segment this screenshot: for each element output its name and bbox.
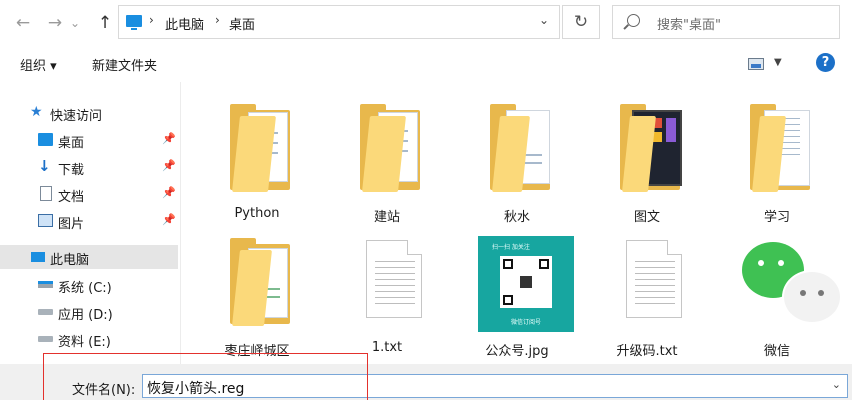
breadcrumb-this-pc[interactable]: 此电脑 <box>165 14 204 33</box>
file-name: 公众号.jpg <box>485 344 549 359</box>
chevron-down-icon[interactable]: ⌄ <box>832 378 841 391</box>
desktop-icon <box>38 133 53 146</box>
sidebar-item-drive-d[interactable]: 应用 (D:) <box>0 300 178 324</box>
folder-icon <box>474 102 560 202</box>
qr-header-text: 扫一扫 加关注 <box>492 244 530 251</box>
forward-button[interactable]: → <box>44 12 66 34</box>
sidebar-item-desktop[interactable]: 桌面 📌 <box>0 128 178 152</box>
file-item[interactable]: 学习 <box>722 88 832 225</box>
file-item[interactable]: 升级码.txt <box>592 222 702 359</box>
file-item[interactable]: 枣庄峄城区 <box>202 222 312 359</box>
drive-icon <box>38 336 53 342</box>
text-file-icon <box>604 236 690 336</box>
sidebar-item-label: 文档 <box>58 190 85 205</box>
search-placeholder: 搜索"桌面" <box>657 18 721 33</box>
file-item[interactable]: 微信 <box>722 222 842 359</box>
pin-icon: 📌 <box>162 186 176 199</box>
address-bar[interactable]: › 此电脑 › 桌面 ⌄ <box>118 5 560 39</box>
sidebar-item-label: 快速访问 <box>50 109 103 124</box>
view-dropdown-icon[interactable]: ▼ <box>774 57 782 68</box>
forward-arrow-icon: → <box>47 13 63 33</box>
file-item[interactable]: 秋水 <box>462 88 572 225</box>
sidebar-item-documents[interactable]: 文档 📌 <box>0 182 178 206</box>
windows-drive-icon <box>38 281 53 288</box>
file-name: 升级码.txt <box>616 344 678 359</box>
document-icon <box>40 186 52 201</box>
up-arrow-icon: ↑ <box>97 13 113 33</box>
sidebar-item-pictures[interactable]: 图片 📌 <box>0 209 178 233</box>
computer-icon <box>126 15 142 30</box>
refresh-button[interactable]: ↻ <box>562 5 600 39</box>
breadcrumb-desktop[interactable]: 桌面 <box>229 14 255 33</box>
drive-icon <box>38 309 53 315</box>
qr-code-icon <box>500 256 552 308</box>
sidebar-item-drive-e[interactable]: 资料 (E:) <box>0 327 178 351</box>
text-file-icon <box>344 236 430 336</box>
refresh-icon: ↻ <box>573 12 589 32</box>
file-name: 微信 <box>763 344 790 359</box>
navigation-pane: ★ 快速访问 桌面 📌 ↓ 下载 📌 文档 📌 图片 📌 此电脑 系统 (C:)… <box>0 82 180 364</box>
pin-icon: 📌 <box>162 213 176 226</box>
help-button[interactable]: ? <box>816 53 835 72</box>
view-mode-icon[interactable] <box>748 58 764 70</box>
sidebar-item-label: 资料 (E:) <box>58 335 111 350</box>
back-button[interactable]: ← <box>12 12 34 34</box>
folder-icon <box>604 102 690 202</box>
sidebar-item-label: 桌面 <box>58 136 85 151</box>
up-button[interactable]: ↑ <box>94 12 116 34</box>
sidebar-item-label: 此电脑 <box>50 253 90 268</box>
recent-locations-button[interactable]: ⌄ <box>68 12 82 34</box>
new-folder-button[interactable]: 新建文件夹 <box>92 55 157 74</box>
command-bar: 组织 ▾ 新建文件夹 ▼ <box>0 46 852 82</box>
file-list: Python 建站 秋水 图文 学习 枣庄峄城区 1.txt 扫一扫 加关注 微… <box>181 82 852 364</box>
wechat-icon <box>734 236 842 336</box>
pin-icon: 📌 <box>162 132 176 145</box>
sidebar-item-label: 应用 (D:) <box>58 308 113 323</box>
sidebar-item-drive-c[interactable]: 系统 (C:) <box>0 273 178 297</box>
computer-icon <box>31 252 45 262</box>
star-icon: ★ <box>30 104 43 120</box>
file-item[interactable]: 1.txt <box>332 222 442 355</box>
sidebar-item-label: 系统 (C:) <box>58 281 112 296</box>
address-row: ← → ⌄ ↑ › 此电脑 › 桌面 ⌄ ↻ 搜索"桌面" <box>0 0 852 46</box>
search-icon <box>627 14 640 27</box>
file-name: Python <box>234 206 280 221</box>
pin-icon: 📌 <box>162 159 176 172</box>
organize-button[interactable]: 组织 ▾ <box>20 55 57 74</box>
pictures-icon <box>38 214 53 227</box>
address-dropdown-icon[interactable]: ⌄ <box>539 13 549 27</box>
back-arrow-icon: ← <box>15 13 31 33</box>
sidebar-item-quick-access[interactable]: ★ 快速访问 <box>0 101 178 125</box>
folder-icon <box>344 102 430 202</box>
qr-footer-text: 微信订阅号 <box>510 319 541 326</box>
help-icon: ? <box>821 55 830 70</box>
folder-icon <box>734 102 820 202</box>
highlight-annotation-box <box>43 353 368 400</box>
image-thumbnail: 扫一扫 加关注 微信订阅号 <box>474 236 574 336</box>
sidebar-item-this-pc[interactable]: 此电脑 <box>0 245 178 269</box>
file-item[interactable]: 扫一扫 加关注 微信订阅号 公众号.jpg <box>462 222 574 359</box>
download-icon: ↓ <box>38 157 51 175</box>
search-input[interactable]: 搜索"桌面" <box>612 5 840 39</box>
breadcrumb-separator: › <box>215 13 220 27</box>
file-item[interactable]: Python <box>202 88 312 221</box>
chevron-down-icon: ⌄ <box>69 16 81 30</box>
sidebar-item-label: 下载 <box>58 163 85 178</box>
folder-icon <box>214 102 300 202</box>
sidebar-item-downloads[interactable]: ↓ 下载 📌 <box>0 155 178 179</box>
sidebar-item-label: 图片 <box>58 217 85 232</box>
breadcrumb-separator: › <box>149 13 154 27</box>
file-item[interactable]: 图文 <box>592 88 702 225</box>
folder-icon <box>214 236 300 336</box>
file-dialog: ← → ⌄ ↑ › 此电脑 › 桌面 ⌄ ↻ 搜索"桌面" 组织 ▾ 新建文件夹… <box>0 0 852 400</box>
file-item[interactable]: 建站 <box>332 88 442 225</box>
